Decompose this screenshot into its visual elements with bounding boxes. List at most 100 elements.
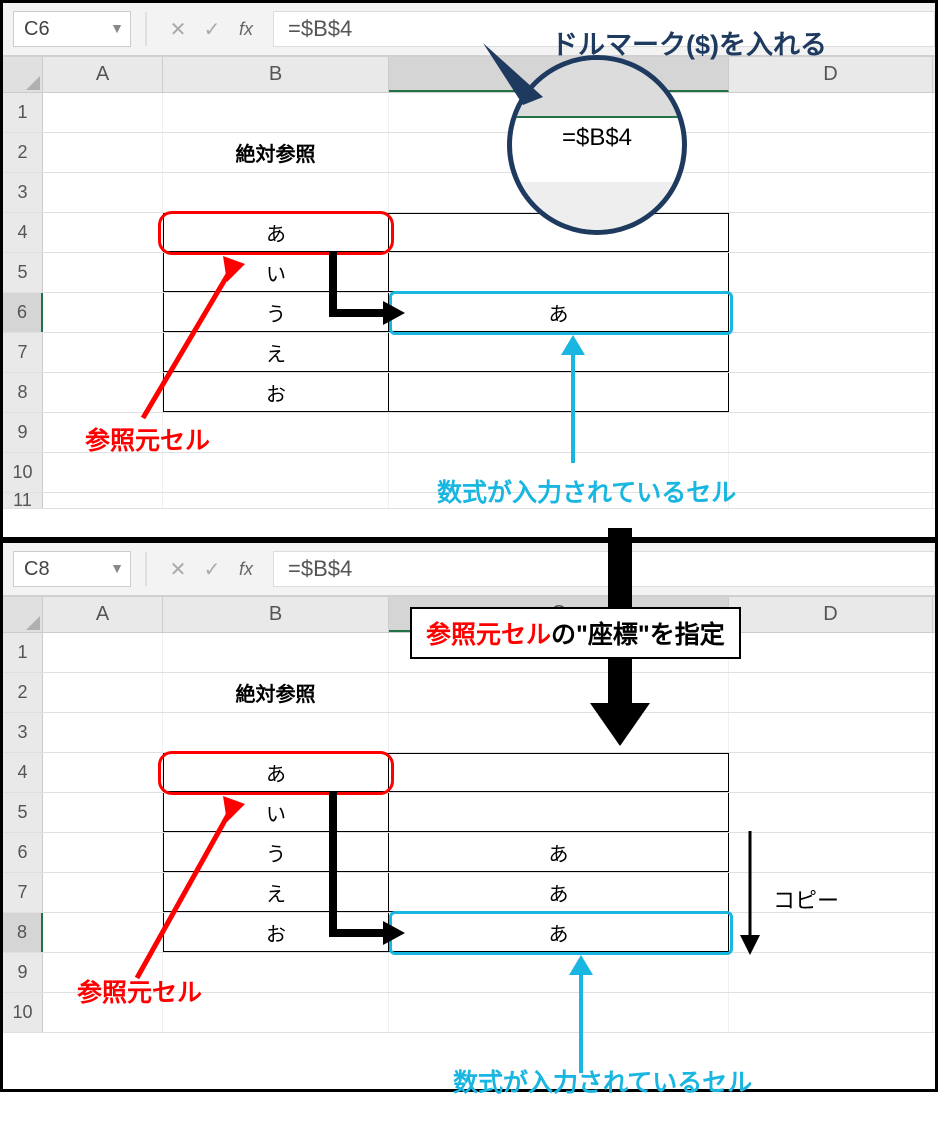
cell[interactable]: 絶対参照 — [163, 133, 389, 172]
cell[interactable] — [43, 213, 163, 252]
cell[interactable]: あ — [389, 293, 729, 332]
cell[interactable] — [729, 413, 933, 452]
row-header[interactable]: 10 — [3, 993, 43, 1032]
cell[interactable] — [163, 93, 389, 132]
row-header[interactable]: 7 — [3, 873, 43, 912]
cell[interactable] — [729, 913, 933, 952]
cell[interactable] — [729, 253, 933, 292]
cell[interactable] — [43, 373, 163, 412]
cell[interactable] — [163, 493, 389, 508]
cell[interactable]: 絶対参照 — [163, 673, 389, 712]
cell[interactable] — [389, 333, 729, 372]
cell[interactable] — [43, 493, 163, 508]
cell[interactable] — [163, 453, 389, 492]
confirm-icon[interactable]: ✓ — [195, 552, 229, 586]
cell[interactable] — [729, 333, 933, 372]
cell[interactable]: あ — [163, 213, 389, 252]
col-header-B[interactable]: B — [163, 597, 389, 632]
confirm-icon[interactable]: ✓ — [195, 12, 229, 46]
col-header-A[interactable]: A — [43, 597, 163, 632]
cell[interactable] — [389, 253, 729, 292]
cell[interactable] — [43, 873, 163, 912]
cell[interactable] — [389, 673, 729, 712]
cell[interactable]: あ — [163, 753, 389, 792]
row-header[interactable]: 5 — [3, 793, 43, 832]
col-header-D[interactable]: D — [729, 57, 933, 92]
cell[interactable] — [163, 173, 389, 212]
cell[interactable] — [729, 93, 933, 132]
row-header[interactable]: 7 — [3, 333, 43, 372]
name-box[interactable]: C8 ▼ — [13, 551, 131, 587]
cell[interactable] — [729, 493, 933, 508]
cell[interactable] — [729, 673, 933, 712]
row-header[interactable]: 3 — [3, 173, 43, 212]
cell[interactable] — [729, 753, 933, 792]
cell[interactable] — [43, 133, 163, 172]
cell[interactable] — [43, 293, 163, 332]
cell[interactable] — [389, 993, 729, 1032]
row-header[interactable]: 9 — [3, 953, 43, 992]
cell[interactable] — [43, 713, 163, 752]
fx-icon[interactable]: fx — [229, 12, 263, 46]
cell[interactable] — [163, 713, 389, 752]
cell[interactable]: お — [163, 373, 389, 412]
cell[interactable] — [389, 373, 729, 412]
row-header[interactable]: 8 — [3, 373, 43, 412]
row-header[interactable]: 10 — [3, 453, 43, 492]
row-header[interactable]: 2 — [3, 133, 43, 172]
cell[interactable] — [729, 633, 933, 672]
cell[interactable] — [43, 93, 163, 132]
cell[interactable] — [43, 753, 163, 792]
row-header[interactable]: 6 — [3, 833, 43, 872]
cell[interactable] — [729, 833, 933, 872]
cell[interactable] — [43, 793, 163, 832]
cell[interactable] — [43, 333, 163, 372]
cell[interactable]: う — [163, 293, 389, 332]
row-header[interactable]: 2 — [3, 673, 43, 712]
cell[interactable] — [43, 833, 163, 872]
cell[interactable]: あ — [389, 873, 729, 912]
cell[interactable] — [729, 793, 933, 832]
cancel-icon[interactable]: ✕ — [161, 12, 195, 46]
col-header-A[interactable]: A — [43, 57, 163, 92]
cell[interactable] — [729, 213, 933, 252]
cell[interactable] — [729, 453, 933, 492]
cell[interactable] — [163, 633, 389, 672]
cell[interactable]: え — [163, 333, 389, 372]
cell[interactable]: う — [163, 833, 389, 872]
row-header[interactable]: 1 — [3, 93, 43, 132]
cell[interactable]: え — [163, 873, 389, 912]
row-header[interactable]: 8 — [3, 913, 43, 952]
cell[interactable]: い — [163, 793, 389, 832]
cell[interactable] — [43, 633, 163, 672]
cell[interactable] — [389, 713, 729, 752]
cell[interactable] — [729, 953, 933, 992]
cell[interactable]: あ — [389, 913, 729, 952]
row-header[interactable]: 4 — [3, 213, 43, 252]
cell[interactable] — [729, 993, 933, 1032]
cell[interactable] — [389, 413, 729, 452]
cell[interactable] — [729, 293, 933, 332]
cell[interactable] — [389, 793, 729, 832]
name-box[interactable]: C6 ▼ — [13, 11, 131, 47]
cell[interactable] — [43, 173, 163, 212]
cell[interactable] — [43, 673, 163, 712]
col-header-D[interactable]: D — [729, 597, 933, 632]
cell[interactable] — [729, 373, 933, 412]
row-header[interactable]: 1 — [3, 633, 43, 672]
cell[interactable]: い — [163, 253, 389, 292]
col-header-B[interactable]: B — [163, 57, 389, 92]
cell[interactable] — [729, 173, 933, 212]
row-header[interactable]: 3 — [3, 713, 43, 752]
cell[interactable] — [43, 453, 163, 492]
row-header[interactable]: 5 — [3, 253, 43, 292]
cell[interactable] — [729, 133, 933, 172]
cell[interactable] — [389, 753, 729, 792]
select-all-triangle[interactable] — [3, 597, 43, 632]
row-header[interactable]: 11 — [3, 493, 43, 508]
cell[interactable] — [729, 713, 933, 752]
cell[interactable]: お — [163, 913, 389, 952]
cell[interactable]: あ — [389, 833, 729, 872]
cancel-icon[interactable]: ✕ — [161, 552, 195, 586]
select-all-triangle[interactable] — [3, 57, 43, 92]
